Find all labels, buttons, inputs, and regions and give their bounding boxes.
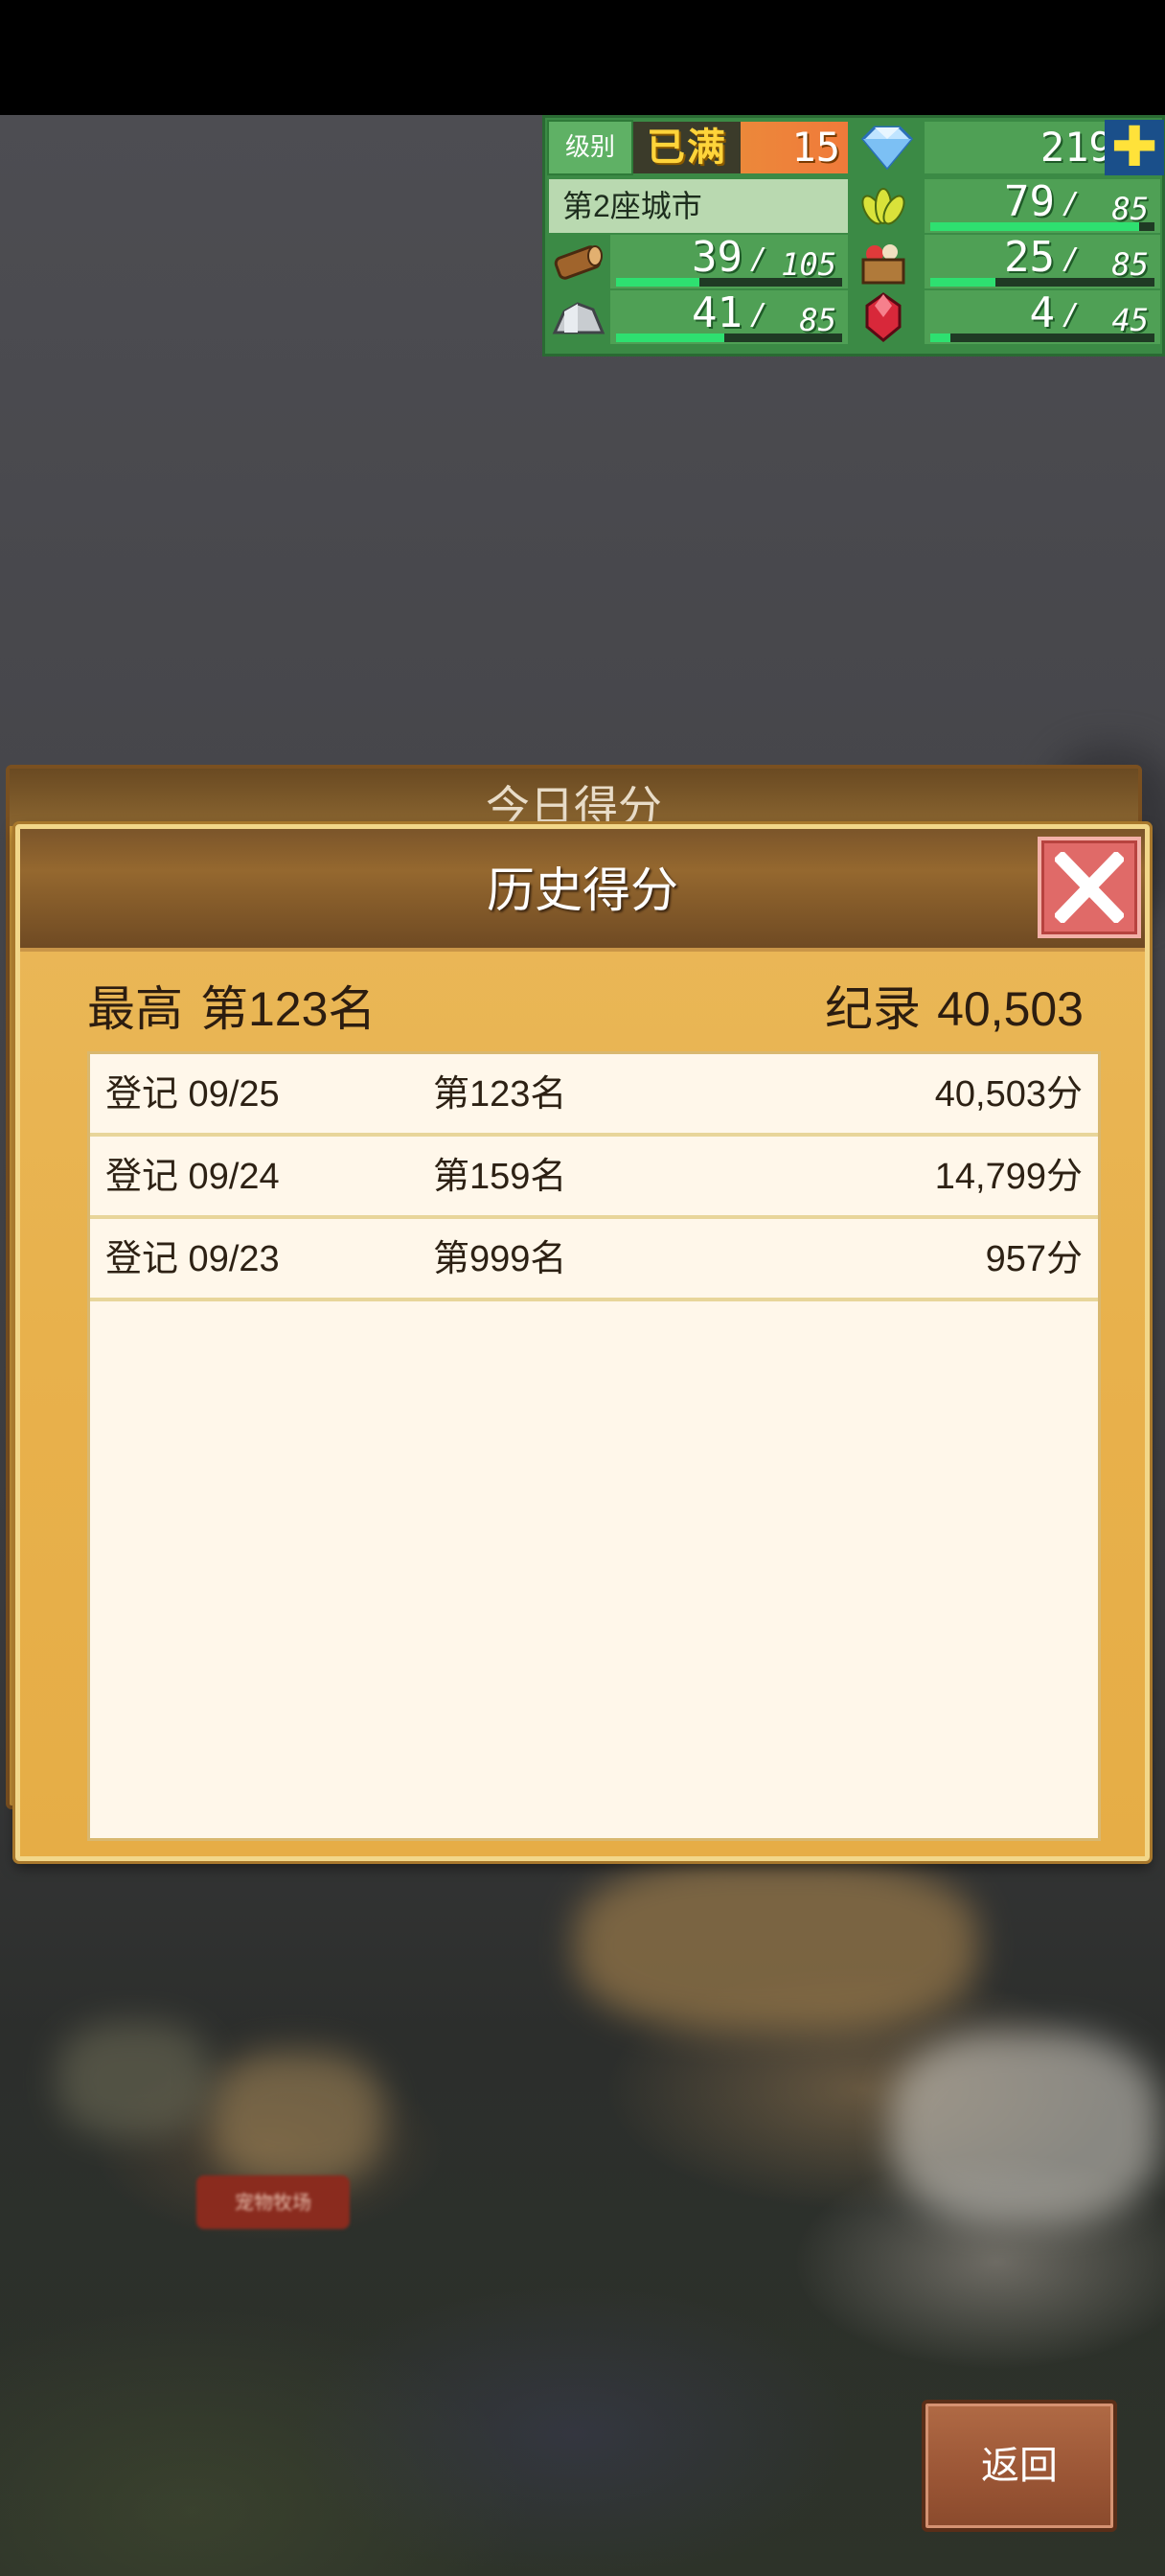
row-score: 957分 — [985, 1239, 1083, 1279]
row-score: 14,799分 — [934, 1157, 1083, 1197]
best-rank: 第123名 — [200, 982, 377, 1036]
food-basket-icon — [854, 235, 913, 288]
add-gems-button[interactable]: ✚ — [1105, 119, 1164, 175]
dialog-header: 历史得分 — [20, 829, 1145, 952]
ruby-current: 4 — [1029, 288, 1056, 337]
separator: / — [749, 242, 767, 276]
ore-current: 41 — [692, 288, 742, 337]
separator: / — [1062, 187, 1080, 220]
row-score: 40,503分 — [934, 1074, 1083, 1115]
best-summary: 最高 第123名 纪录 40,503 — [87, 971, 1084, 1047]
list-item: 登记 09/23 第999名 957分 — [90, 1219, 1098, 1301]
ruby-counter: 4 / 45 — [925, 288, 1160, 344]
score-history-dialog: 历史得分 最高 第123名 纪录 40,503 登记 09/25 第123名 4… — [15, 824, 1150, 1861]
row-date: 登记 09/25 — [105, 1074, 280, 1115]
food-progress-fill — [930, 278, 995, 287]
ore-progress-track — [616, 334, 842, 342]
list-item: 登记 09/24 第159名 14,799分 — [90, 1137, 1098, 1219]
wheat-counter: 79 / 85 — [925, 177, 1160, 233]
wood-current: 39 — [692, 233, 742, 282]
close-button[interactable] — [1038, 837, 1141, 938]
wood-icon — [549, 235, 608, 288]
wood-progress-fill — [616, 278, 700, 287]
back-button[interactable]: 返回 — [922, 2400, 1117, 2532]
ruby-icon — [854, 290, 913, 344]
ore-counter: 41 / 85 — [610, 288, 848, 344]
food-counter: 25 / 85 — [925, 233, 1160, 288]
wood-progress-track — [616, 278, 842, 287]
level-number: 15 — [791, 124, 840, 171]
food-progress-track — [930, 278, 1154, 287]
close-icon — [1055, 852, 1124, 923]
map-building — [57, 2022, 211, 2137]
map-building — [575, 1859, 977, 2032]
list-item: 登记 09/25 第123名 40,503分 — [90, 1054, 1098, 1137]
today-score-title: 今日得分 — [10, 769, 1138, 826]
map-building — [211, 2051, 383, 2185]
separator: / — [1062, 242, 1080, 276]
row-date: 登记 09/24 — [105, 1157, 280, 1197]
level-max-badge: 已满 — [633, 122, 741, 173]
dialog-title: 历史得分 — [487, 863, 678, 917]
ruby-progress-track — [930, 334, 1154, 342]
record-label: 纪录 — [825, 982, 921, 1036]
map-building-label: 宠物牧场 — [196, 2175, 350, 2229]
row-date: 登记 09/23 — [105, 1239, 280, 1279]
food-current: 25 — [1004, 233, 1055, 282]
level-label: 级别 — [547, 120, 633, 175]
diamond-icon — [854, 124, 921, 172]
ore-progress-fill — [616, 334, 725, 342]
resource-hud: 级别 已满 15 2198 ✚ 第2座城市 79 / 85 39 / 105 2… — [542, 115, 1165, 356]
record-value: 40,503 — [937, 982, 1084, 1036]
row-rank: 第123名 — [433, 1074, 567, 1115]
score-history-list[interactable]: 登记 09/25 第123名 40,503分 登记 09/24 第159名 14… — [87, 1051, 1101, 1841]
wheat-icon — [854, 179, 913, 233]
row-rank: 第159名 — [433, 1157, 567, 1197]
wheat-current: 79 — [1004, 177, 1055, 226]
row-rank: 第999名 — [433, 1239, 567, 1279]
wheat-progress-track — [930, 222, 1154, 231]
ruby-progress-fill — [930, 334, 951, 342]
wheat-progress-fill — [930, 222, 1139, 231]
map-building — [891, 2032, 1159, 2223]
status-bar — [0, 0, 1165, 115]
best-label: 最高 — [87, 982, 183, 1036]
separator: / — [1062, 298, 1080, 332]
wood-counter: 39 / 105 — [610, 233, 848, 288]
city-name: 第2座城市 — [549, 179, 848, 233]
ore-icon — [549, 290, 608, 344]
separator: / — [749, 298, 767, 332]
